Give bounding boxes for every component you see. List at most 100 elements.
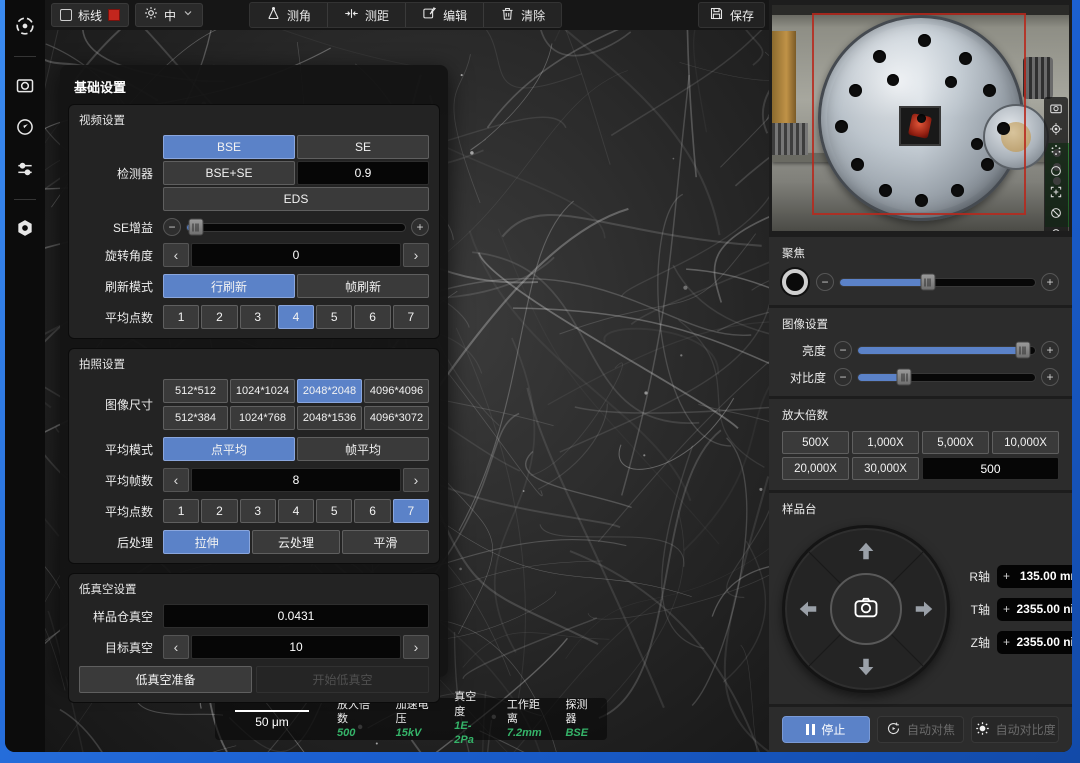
brightness-dropdown[interactable]: 中 <box>135 3 203 27</box>
nut-settings-icon[interactable] <box>11 214 39 242</box>
crosshair-color-swatch[interactable] <box>108 9 120 21</box>
video-avg-point-5[interactable]: 5 <box>316 305 352 329</box>
photo-avg-point-2[interactable]: 2 <box>201 499 237 523</box>
brightness-slider[interactable] <box>857 346 1036 355</box>
focus-slider[interactable] <box>839 278 1036 287</box>
autofocus-button[interactable]: 自动对焦 <box>877 716 965 743</box>
photo-avg-point-6[interactable]: 6 <box>354 499 390 523</box>
size-2048x2048-button[interactable]: 2048*2048 <box>297 379 362 403</box>
size-512x384-button[interactable]: 512*384 <box>163 406 228 430</box>
refresh-frame-button[interactable]: 帧刷新 <box>297 274 429 298</box>
contrast-minus-button[interactable]: − <box>834 368 852 386</box>
stage-down-button[interactable] <box>853 654 879 680</box>
video-avg-point-1[interactable]: 1 <box>163 305 199 329</box>
target-icon[interactable] <box>1048 121 1064 137</box>
measure-distance-button[interactable]: 测距 <box>328 3 406 27</box>
size-4096x4096-button[interactable]: 4096*4096 <box>364 379 429 403</box>
post-stretch-button[interactable]: 拉伸 <box>163 530 250 554</box>
gauge-icon[interactable] <box>11 113 39 141</box>
mag-value-input[interactable]: 500 <box>922 457 1059 480</box>
axis-plus[interactable]: + <box>1003 635 1010 649</box>
contrast-plus-button[interactable]: + <box>1041 368 1059 386</box>
focus-minus-button[interactable]: − <box>816 273 834 291</box>
se-gain-plus-button[interactable]: + <box>411 218 429 236</box>
rotation-prev-button[interactable]: ‹ <box>163 243 189 267</box>
post-smooth-button[interactable]: 平滑 <box>342 530 429 554</box>
stage-right-button[interactable] <box>911 596 937 622</box>
mag-1000x-button[interactable]: 1,000X <box>852 431 919 454</box>
photo-avg-point-3[interactable]: 3 <box>240 499 276 523</box>
aperture-icon[interactable] <box>11 12 39 40</box>
photo-avg-point-4[interactable]: 4 <box>278 499 314 523</box>
avg-mode-frame-button[interactable]: 帧平均 <box>297 437 429 461</box>
axis-z-field[interactable]: + 2355.00 nits - <box>997 631 1072 654</box>
target-vacuum-next-button[interactable]: › <box>403 635 429 659</box>
target-vacuum-prev-button[interactable]: ‹ <box>163 635 189 659</box>
mag-20000x-button[interactable]: 20,000X <box>782 457 849 480</box>
rotation-input[interactable]: 0 <box>191 243 401 267</box>
avg-frames-input[interactable]: 8 <box>191 468 401 492</box>
axis-r-field[interactable]: + 135.00 mm - <box>997 565 1072 588</box>
size-1024x768-button[interactable]: 1024*768 <box>230 406 295 430</box>
photo-avg-point-1[interactable]: 1 <box>163 499 199 523</box>
autocontrast-button[interactable]: 自动对比度 <box>971 716 1059 743</box>
sliders-icon[interactable] <box>11 155 39 183</box>
video-avg-point-4[interactable]: 4 <box>278 305 314 329</box>
stage-left-button[interactable] <box>795 596 821 622</box>
mag-500x-button[interactable]: 500X <box>782 431 849 454</box>
edit-button[interactable]: 编辑 <box>406 3 484 27</box>
detector-mix-input[interactable]: 0.9 <box>297 161 429 185</box>
photo-avg-point-7[interactable]: 7 <box>393 499 429 523</box>
mag-10000x-button[interactable]: 10,000X <box>992 431 1059 454</box>
snapshot-icon[interactable] <box>1048 100 1064 116</box>
crosshair-toggle[interactable]: 标线 <box>51 3 129 27</box>
crosshair-checkbox[interactable] <box>60 9 72 21</box>
avg-mode-point-button[interactable]: 点平均 <box>163 437 295 461</box>
circle-icon[interactable] <box>1048 163 1064 179</box>
target-vacuum-input[interactable]: 10 <box>191 635 401 659</box>
clear-button[interactable]: 清除 <box>484 3 561 27</box>
webcam-icon[interactable] <box>1048 226 1064 231</box>
axis-t-field[interactable]: + 2355.00 nits - <box>997 598 1072 621</box>
size-1024x1024-button[interactable]: 1024*1024 <box>230 379 295 403</box>
refresh-line-button[interactable]: 行刷新 <box>163 274 295 298</box>
brightness-minus-button[interactable]: − <box>834 341 852 359</box>
video-avg-point-6[interactable]: 6 <box>354 305 390 329</box>
avg-frames-next-button[interactable]: › <box>403 468 429 492</box>
video-avg-point-7[interactable]: 7 <box>393 305 429 329</box>
detector-bse-button[interactable]: BSE <box>163 135 295 159</box>
detector-bse-se-button[interactable]: BSE+SE <box>163 161 295 185</box>
axis-plus[interactable]: + <box>1003 602 1010 616</box>
se-gain-minus-button[interactable]: − <box>163 218 181 236</box>
sem-viewport[interactable]: 基础设置 视频设置 检测器 BSE SE BSE+SE 0.9 EDS SE增益 <box>45 30 769 752</box>
detector-eds-button[interactable]: EDS <box>163 187 429 211</box>
contrast-slider[interactable] <box>857 373 1036 382</box>
save-button[interactable]: 保存 <box>698 2 765 28</box>
focus-plus-button[interactable]: + <box>1041 273 1059 291</box>
video-avg-point-3[interactable]: 3 <box>240 305 276 329</box>
mag-30000x-button[interactable]: 30,000X <box>852 457 919 480</box>
size-512x512-button[interactable]: 512*512 <box>163 379 228 403</box>
stage-snapshot-button[interactable] <box>830 573 902 645</box>
size-2048x1536-button[interactable]: 2048*1536 <box>297 406 362 430</box>
focus-slider-handle[interactable] <box>920 274 935 291</box>
move-region-icon[interactable] <box>1048 184 1064 200</box>
camera-icon[interactable] <box>11 71 39 99</box>
measure-angle-button[interactable]: 测角 <box>250 3 328 27</box>
low-vacuum-start-button[interactable]: 开始低真空 <box>256 666 429 693</box>
detector-se-button[interactable]: SE <box>297 135 429 159</box>
disable-icon[interactable] <box>1048 205 1064 221</box>
dotted-aperture-icon[interactable] <box>1048 142 1064 158</box>
stop-button[interactable]: 停止 <box>782 716 870 743</box>
video-avg-point-2[interactable]: 2 <box>201 305 237 329</box>
se-gain-slider-handle[interactable] <box>188 219 203 236</box>
brightness-plus-button[interactable]: + <box>1041 341 1059 359</box>
contrast-slider-handle[interactable] <box>897 369 912 386</box>
se-gain-slider[interactable] <box>186 223 406 232</box>
post-cloud-button[interactable]: 云处理 <box>252 530 339 554</box>
low-vacuum-prepare-button[interactable]: 低真空准备 <box>79 666 252 693</box>
brightness-slider-handle[interactable] <box>1015 342 1030 359</box>
axis-plus[interactable]: + <box>1003 569 1010 583</box>
size-4096x3072-button[interactable]: 4096*3072 <box>364 406 429 430</box>
rotation-next-button[interactable]: › <box>403 243 429 267</box>
